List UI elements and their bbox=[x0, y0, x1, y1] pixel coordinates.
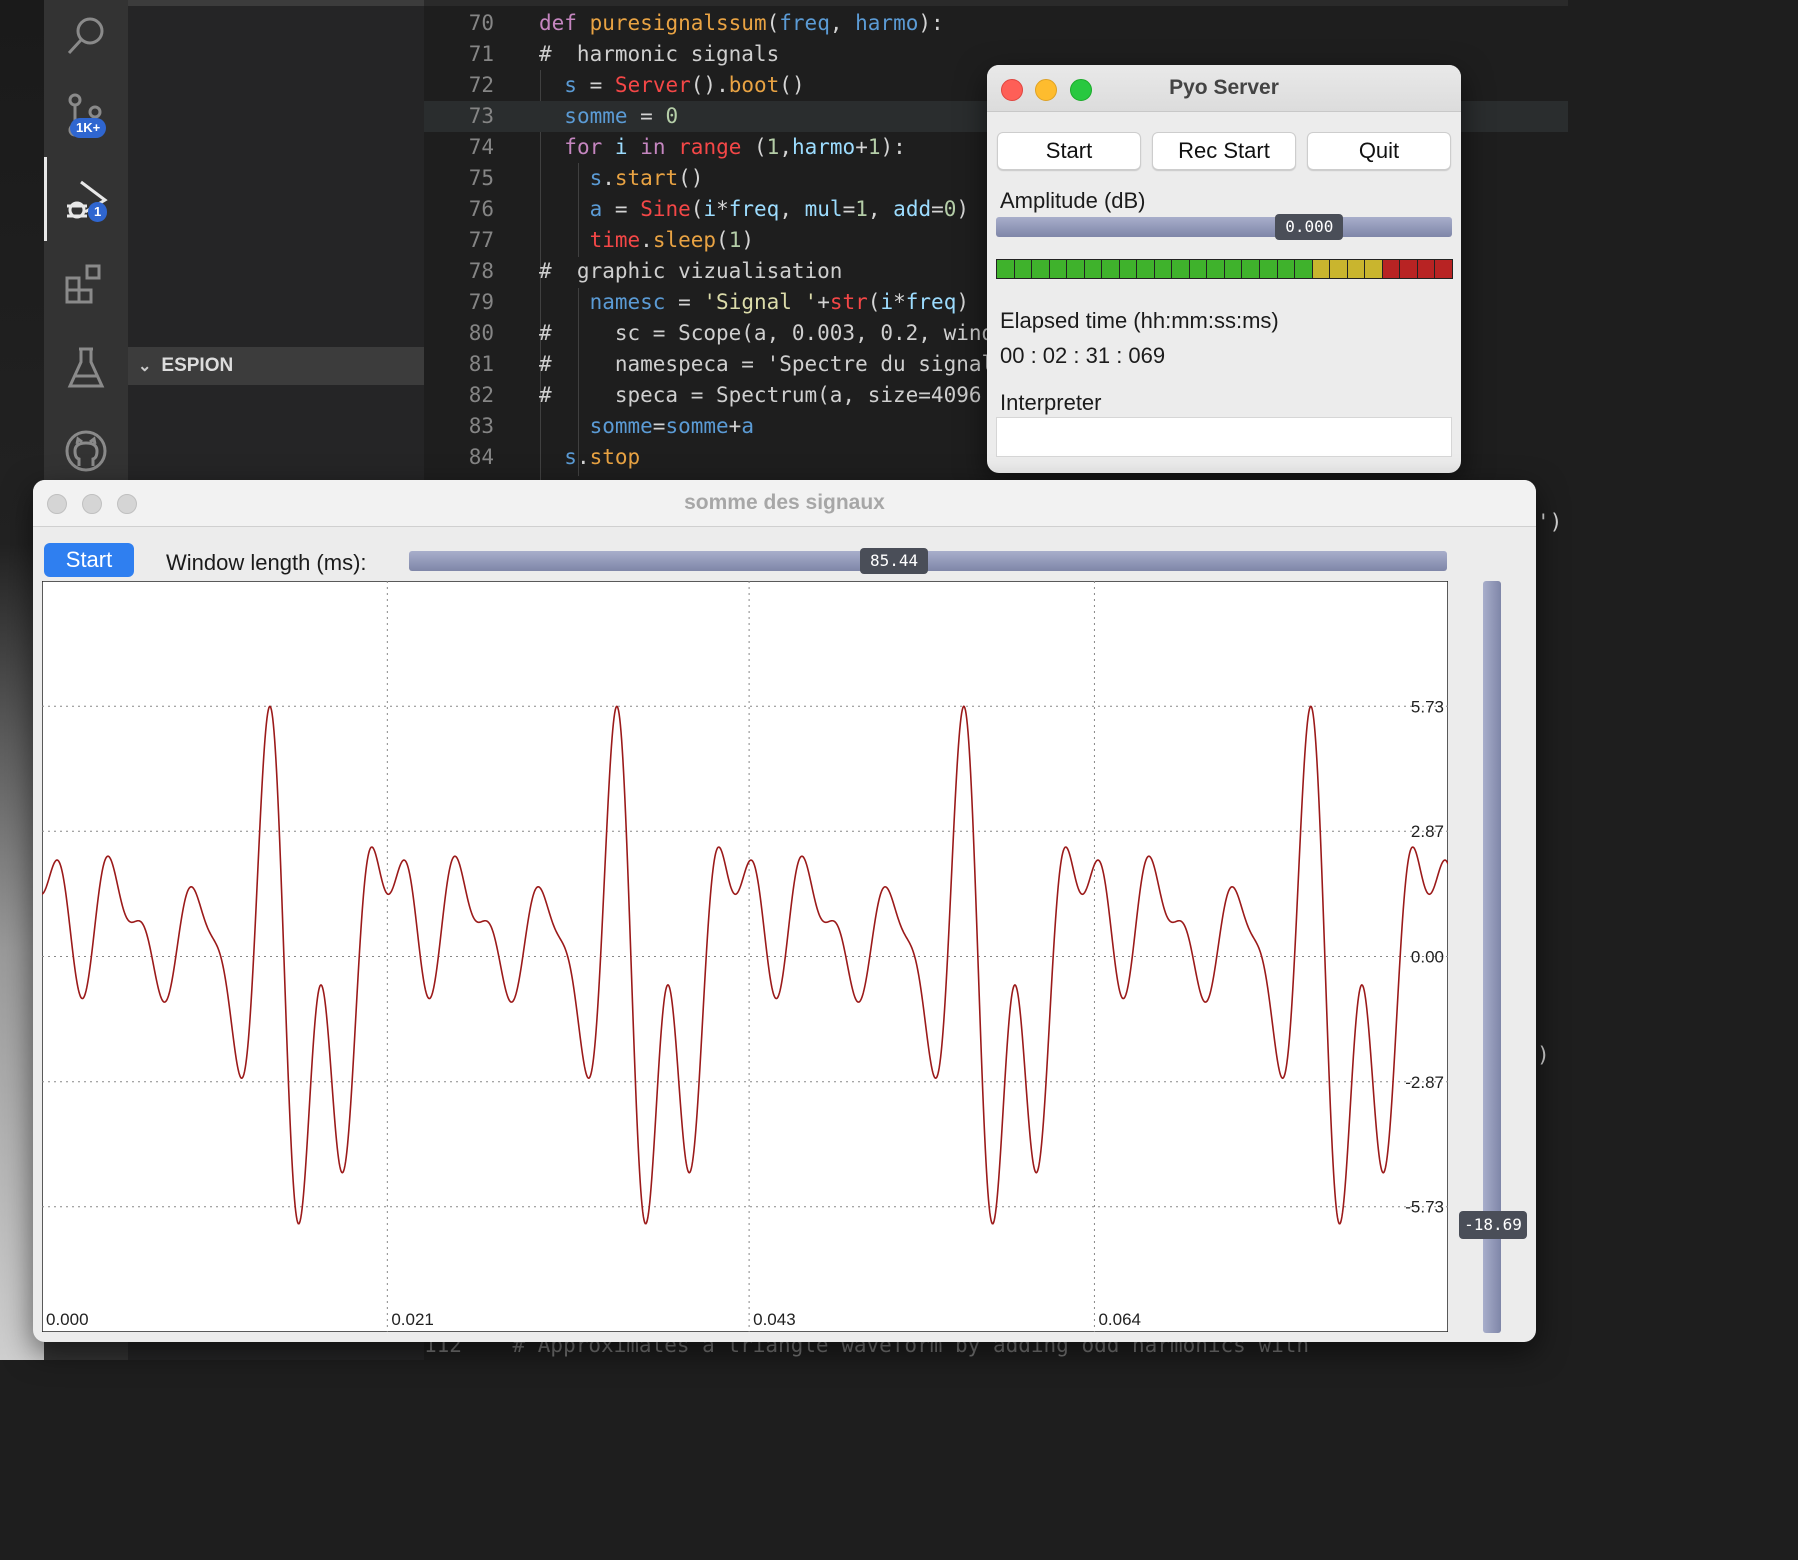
x-tick-label: 0.000 bbox=[46, 1310, 89, 1329]
vu-meter bbox=[996, 259, 1453, 279]
amplitude-label: Amplitude (dB) bbox=[1000, 188, 1146, 213]
amplitude-slider[interactable]: 0.000 bbox=[996, 214, 1452, 240]
vu-segment bbox=[1312, 260, 1330, 278]
vu-segment bbox=[1172, 260, 1189, 278]
vu-segment bbox=[1032, 260, 1049, 278]
search-icon[interactable] bbox=[44, 0, 128, 70]
chevron-down-icon: ⌄ bbox=[138, 358, 152, 375]
vu-segment bbox=[1189, 260, 1207, 278]
gain-slider-handle[interactable]: -18.69 bbox=[1459, 1210, 1527, 1239]
scope-window: somme des signaux Start Window length (m… bbox=[33, 480, 1536, 1342]
vu-segment bbox=[1259, 260, 1277, 278]
elapsed-time-value: 00 : 02 : 31 : 069 bbox=[1000, 343, 1166, 368]
line-number: 78 bbox=[468, 259, 494, 283]
vu-segment bbox=[1014, 260, 1032, 278]
scope-start-button[interactable]: Start bbox=[44, 543, 134, 577]
espion-section-header[interactable]: ⌄ ESPION bbox=[128, 347, 424, 385]
window-length-label: Window length (ms): bbox=[166, 550, 367, 575]
line-number: 81 bbox=[468, 352, 494, 376]
vu-segment bbox=[1347, 260, 1365, 278]
espion-section-title: ESPION bbox=[161, 355, 234, 376]
vu-segment bbox=[1382, 260, 1400, 278]
elapsed-time-label: Elapsed time (hh:mm:ss:ms) bbox=[1000, 308, 1279, 333]
y-tick-label: 5.73 bbox=[1411, 697, 1444, 716]
line-number: 79 bbox=[468, 290, 494, 314]
extensions-icon[interactable] bbox=[44, 248, 128, 318]
x-tick-label: 0.064 bbox=[1098, 1310, 1141, 1329]
vu-segment bbox=[1084, 260, 1102, 278]
quit-button[interactable]: Quit bbox=[1307, 132, 1451, 170]
scope-plot: 0.000 0.021 0.043 0.064 5.73 2.87 0.00 -2.87 -5.… bbox=[42, 581, 1448, 1332]
vu-segment bbox=[1119, 260, 1137, 278]
code-fragment: ') bbox=[1537, 510, 1563, 534]
run-debug-icon[interactable]: 1 bbox=[44, 164, 128, 234]
vu-segment bbox=[1400, 260, 1417, 278]
source-control-icon[interactable]: 1K+ bbox=[44, 80, 128, 150]
scope-titlebar[interactable]: somme des signaux bbox=[33, 480, 1536, 527]
editor-tab-bar bbox=[424, 0, 1568, 6]
line-number: 70 bbox=[468, 11, 494, 35]
x-tick-label: 0.043 bbox=[753, 1310, 796, 1329]
line-number: 76 bbox=[468, 197, 494, 221]
window-length-slider[interactable]: 85.44 bbox=[409, 548, 1447, 574]
line-number: 71 bbox=[468, 42, 494, 66]
vu-segment bbox=[1277, 260, 1295, 278]
vu-segment bbox=[1137, 260, 1154, 278]
vu-segment bbox=[1224, 260, 1242, 278]
window-title: somme des signaux bbox=[684, 491, 885, 514]
debug-badge: 1 bbox=[88, 202, 108, 222]
source-control-badge: 1K+ bbox=[70, 118, 107, 138]
interpreter-label: Interpreter bbox=[1000, 390, 1102, 415]
amplitude-slider-handle[interactable]: 0.000 bbox=[1275, 214, 1344, 240]
line-number: 83 bbox=[468, 414, 494, 438]
server-start-button[interactable]: Start bbox=[997, 132, 1141, 170]
vu-segment bbox=[1435, 260, 1452, 278]
y-tick-label: -2.87 bbox=[1405, 1073, 1444, 1092]
vu-segment bbox=[1207, 260, 1224, 278]
y-tick-label: 0.00 bbox=[1411, 948, 1444, 967]
pyo-titlebar[interactable]: Pyo Server bbox=[987, 65, 1461, 112]
line-number: 73 bbox=[468, 104, 494, 128]
vu-segment bbox=[1330, 260, 1347, 278]
vu-segment bbox=[1102, 260, 1119, 278]
pyo-server-window: Pyo Server Start Rec Start Quit Amplitud… bbox=[987, 65, 1461, 473]
line-number: 84 bbox=[468, 445, 494, 469]
line-number: 75 bbox=[468, 166, 494, 190]
side-panel-header bbox=[128, 0, 424, 6]
vu-segment bbox=[1295, 260, 1312, 278]
line-number: 72 bbox=[468, 73, 494, 97]
vu-segment bbox=[1154, 260, 1172, 278]
window-length-slider-handle[interactable]: 85.44 bbox=[860, 548, 929, 574]
rec-start-button[interactable]: Rec Start bbox=[1152, 132, 1296, 170]
vu-segment bbox=[1365, 260, 1382, 278]
line-number: 77 bbox=[468, 228, 494, 252]
y-tick-label: -5.73 bbox=[1405, 1198, 1444, 1217]
vu-segment bbox=[1417, 260, 1435, 278]
line-number: 74 bbox=[468, 135, 494, 159]
vu-segment bbox=[1242, 260, 1259, 278]
window-title: Pyo Server bbox=[1169, 76, 1279, 99]
line-number: 82 bbox=[468, 383, 494, 407]
y-tick-label: 2.87 bbox=[1411, 822, 1444, 841]
vu-segment bbox=[1067, 260, 1084, 278]
github-icon[interactable] bbox=[44, 416, 128, 486]
x-tick-label: 0.021 bbox=[391, 1310, 434, 1329]
testing-icon[interactable] bbox=[44, 332, 128, 402]
line-number: 80 bbox=[468, 321, 494, 345]
vu-segment bbox=[1049, 260, 1067, 278]
interpreter-input[interactable] bbox=[996, 417, 1452, 457]
code-line-70[interactable]: 70 def puresignalssum(freq, harmo): bbox=[424, 8, 1568, 39]
code-fragment: ) bbox=[1537, 1043, 1550, 1067]
vu-segment bbox=[997, 260, 1014, 278]
